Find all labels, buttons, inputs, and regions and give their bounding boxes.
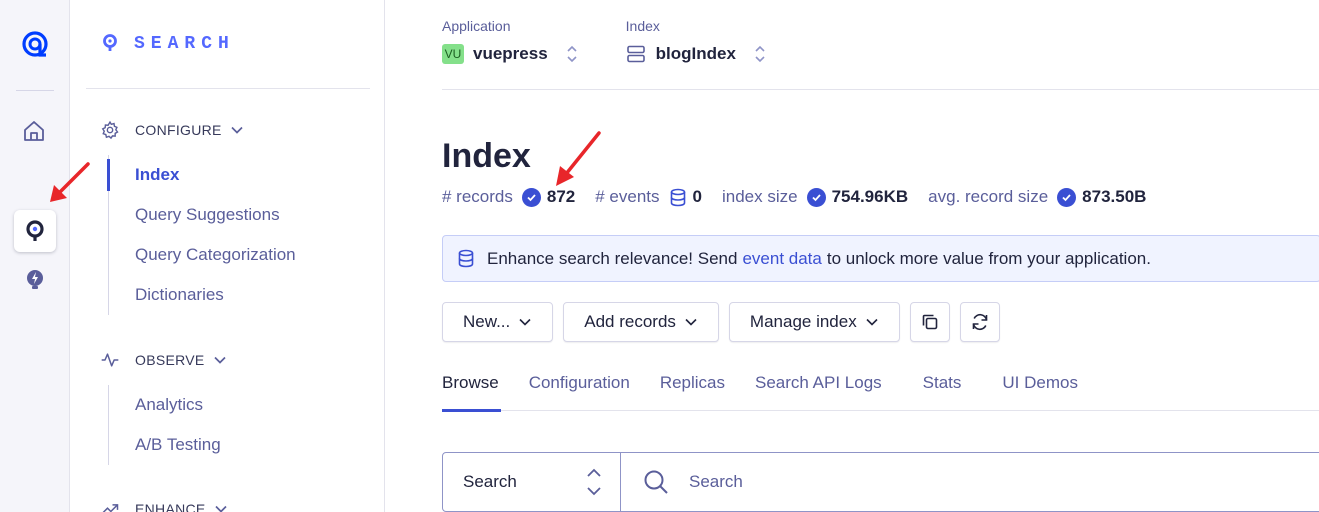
copy-button[interactable] — [909, 302, 950, 342]
banner-text-start: Enhance search relevance! Send — [487, 248, 738, 268]
index-value: blogIndex — [655, 44, 736, 63]
records-value: 872 — [546, 187, 576, 206]
check-circle-icon — [521, 187, 541, 207]
section-observe-label: OBSERVE — [135, 352, 205, 368]
index-selector[interactable]: Index blogIndex — [626, 18, 766, 64]
section-observe[interactable]: OBSERVE — [100, 350, 227, 370]
application-badge: VU — [442, 44, 464, 64]
tab-browse[interactable]: Browse — [442, 370, 501, 412]
home-icon[interactable] — [19, 117, 49, 145]
add-records-button[interactable]: Add records — [563, 302, 719, 342]
application-value: vuepress — [473, 44, 548, 63]
sidebar-item-query-suggestions[interactable]: Query Suggestions — [109, 195, 296, 235]
tab-configuration[interactable]: Configuration — [529, 370, 630, 411]
refresh-button[interactable] — [959, 302, 1000, 342]
events-label: # events — [595, 187, 660, 206]
page-title: Index — [442, 137, 531, 175]
add-records-label: Add records — [584, 312, 676, 331]
context-selectors: Application VU vuepress Index blogIndex — [442, 18, 814, 64]
copy-icon — [920, 312, 940, 332]
search-product-icon[interactable] — [14, 210, 56, 252]
chevron-down-icon — [213, 353, 227, 367]
index-label: Index — [625, 18, 660, 34]
sidebar-item-analytics[interactable]: Analytics — [109, 385, 221, 425]
index-toolbar: New... Add records Manage index — [442, 302, 1010, 342]
application-selector[interactable]: Application VU vuepress — [442, 18, 578, 64]
manage-index-label: Manage index — [749, 312, 857, 331]
check-circle-icon — [1057, 187, 1077, 207]
tab-search-api-logs[interactable]: Search API Logs — [755, 370, 882, 411]
avg-record-size-value: 873.50B — [1082, 187, 1147, 206]
section-enhance-label: ENHANCE — [135, 501, 206, 512]
tab-ui-demos[interactable]: UI Demos — [1002, 370, 1078, 411]
configure-subnav: Index Query Suggestions Query Categoriza… — [107, 155, 296, 315]
section-configure-label: CONFIGURE — [135, 122, 222, 138]
brand-title: SEARCH — [134, 34, 235, 54]
chevron-updown-icon — [754, 44, 766, 64]
event-data-banner: Enhance search relevance! Send event dat… — [442, 235, 1319, 282]
recommend-bulb-icon[interactable] — [21, 266, 49, 294]
search-logo-icon — [103, 34, 117, 51]
search-type-select[interactable]: Search — [443, 453, 621, 511]
sidebar-item-index[interactable]: Index — [107, 155, 296, 195]
manage-index-button[interactable]: Manage index — [728, 302, 900, 342]
search-icon — [643, 469, 669, 495]
sidebar-item-dictionaries[interactable]: Dictionaries — [109, 275, 296, 315]
new-button[interactable]: New... — [442, 302, 554, 342]
chevron-down-icon — [684, 315, 698, 329]
banner-text-end: to unlock more value from your applicati… — [826, 248, 1151, 268]
annotation-arrow-icon — [50, 162, 90, 202]
index-stats: # records 872 # events 0 index size 754.… — [442, 187, 1166, 207]
app-rail — [0, 0, 70, 512]
rail-divider — [16, 90, 54, 91]
pulse-icon — [100, 350, 120, 370]
refresh-icon — [970, 312, 990, 332]
database-icon — [457, 249, 475, 268]
chevron-down-icon — [518, 315, 532, 329]
chevron-updown-icon — [566, 44, 578, 64]
sidebar-item-query-categorization[interactable]: Query Categorization — [109, 235, 296, 275]
index-size-label: index size — [721, 187, 798, 206]
index-tabs: Browse Configuration Replicas Search API… — [442, 370, 1319, 412]
events-value: 0 — [692, 187, 702, 206]
chevron-updown-icon — [586, 467, 602, 497]
avg-record-size-label: avg. record size — [928, 187, 1049, 206]
search-field — [621, 453, 1319, 511]
tab-replicas[interactable]: Replicas — [660, 370, 725, 411]
records-label: # records — [442, 187, 513, 206]
chevron-down-icon — [865, 315, 879, 329]
algolia-logo-icon[interactable] — [20, 28, 52, 60]
gear-icon — [100, 120, 120, 140]
sidebar-divider — [86, 88, 370, 89]
section-configure[interactable]: CONFIGURE — [100, 120, 244, 140]
header-divider — [442, 89, 1319, 90]
index-size-value: 754.96KB — [831, 187, 909, 206]
main-content: Application VU vuepress Index blogIndex — [385, 0, 1319, 512]
chevron-down-icon — [214, 502, 228, 512]
product-sidebar: SEARCH CONFIGURE Index Query Suggestions… — [70, 0, 385, 512]
server-icon — [626, 44, 646, 64]
application-label: Application — [442, 18, 511, 34]
observe-subnav: Analytics A/B Testing — [108, 385, 221, 465]
chevron-down-icon — [230, 123, 244, 137]
tab-stats[interactable]: Stats — [923, 370, 962, 411]
annotation-arrow-icon — [556, 131, 601, 186]
search-type-value: Search — [463, 472, 517, 491]
new-button-label: New... — [463, 312, 511, 331]
search-input[interactable] — [689, 472, 1089, 492]
event-data-link[interactable]: event data — [742, 249, 821, 269]
sidebar-item-ab-testing[interactable]: A/B Testing — [109, 425, 221, 465]
browse-searchbar: Search — [442, 452, 1319, 512]
trend-up-icon — [100, 499, 120, 512]
database-icon — [669, 188, 687, 207]
check-circle-icon — [806, 187, 826, 207]
search-brand[interactable]: SEARCH — [102, 34, 235, 54]
section-enhance[interactable]: ENHANCE — [100, 499, 228, 512]
